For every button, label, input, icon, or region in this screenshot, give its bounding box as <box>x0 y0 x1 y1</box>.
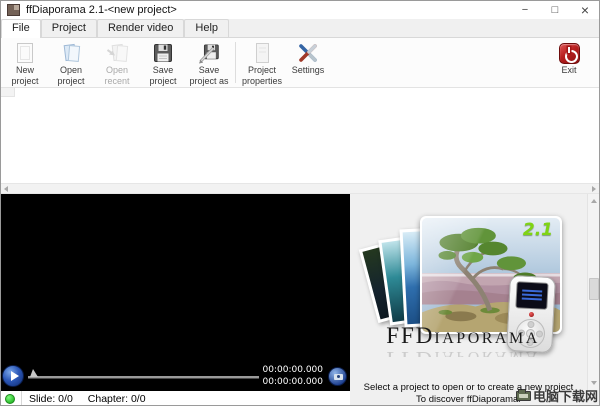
vertical-scroll-thumb[interactable] <box>589 278 599 300</box>
minimize-button[interactable]: − <box>510 0 540 19</box>
menu-tabbar: File Project Render video Help <box>0 19 600 38</box>
time-total: 00:00:00.000 <box>263 378 323 387</box>
open-recent-button[interactable]: Open recent <box>94 41 140 86</box>
window-controls: − □ × <box>510 0 600 19</box>
new-project-icon <box>13 41 37 65</box>
logo-text-primary: FFD <box>386 323 434 348</box>
scroll-left-arrow-icon[interactable] <box>4 186 8 192</box>
slide-status: Slide: 0/0 <box>29 393 73 405</box>
watermark-folder-icon <box>516 391 531 401</box>
exit-icon <box>557 41 581 65</box>
open-project-button[interactable]: Open project <box>48 41 94 86</box>
project-properties-button[interactable]: Project properties <box>239 41 285 86</box>
timeline-area <box>0 88 600 183</box>
save-project-as-button[interactable]: Save project as <box>186 41 232 86</box>
save-project-as-label2: project as <box>189 76 228 87</box>
save-project-icon <box>151 41 175 65</box>
tab-help[interactable]: Help <box>184 19 229 37</box>
chapter-status: Chapter: 0/0 <box>88 393 146 405</box>
app-icon <box>7 4 20 16</box>
project-properties-label2: properties <box>242 76 282 87</box>
logo-text-secondary: IAPORAMA <box>434 330 539 347</box>
window-title: ffDiaporama 2.1-<new project> <box>26 4 177 16</box>
close-button[interactable]: × <box>570 0 600 19</box>
video-preview: 00:00:00.000 00:00:00.000 <box>0 194 350 391</box>
exit-button[interactable]: Exit <box>546 41 592 76</box>
timecodes: 00:00:00.000 00:00:00.000 <box>263 366 323 387</box>
logo-reflection: FFDIAPORAMA <box>350 346 576 357</box>
app-window: ffDiaporama 2.1-<new project> − □ × File… <box>0 0 600 406</box>
timeline-corner-cell <box>0 88 15 97</box>
save-project-label: Save <box>153 65 174 76</box>
device-screen <box>515 281 548 310</box>
version-badge: 2.1 <box>523 220 553 240</box>
statusbar: Slide: 0/0 Chapter: 0/0 <box>0 391 350 406</box>
maximize-button[interactable]: □ <box>540 0 570 19</box>
open-recent-label: Open <box>106 65 128 76</box>
horizontal-scrollbar[interactable] <box>0 183 600 194</box>
seek-thumb[interactable] <box>30 369 38 377</box>
time-elapsed: 00:00:00.000 <box>263 366 323 375</box>
seek-groove <box>28 376 259 379</box>
player-controls: 00:00:00.000 00:00:00.000 <box>2 365 347 387</box>
new-project-button[interactable]: New project <box>2 41 48 86</box>
scroll-right-arrow-icon[interactable] <box>592 186 596 192</box>
open-recent-icon <box>105 41 129 65</box>
exit-label: Exit <box>561 65 576 76</box>
settings-label: Settings <box>292 65 325 76</box>
new-project-label2: project <box>11 76 38 87</box>
player-column: 00:00:00.000 00:00:00.000 Slide: 0/0 Cha… <box>0 194 350 406</box>
bottom-section: 00:00:00.000 00:00:00.000 Slide: 0/0 Cha… <box>0 194 600 406</box>
snapshot-button[interactable] <box>328 367 347 386</box>
settings-button[interactable]: Settings <box>285 41 331 76</box>
tab-project[interactable]: Project <box>41 19 97 37</box>
welcome-panel: 2.1 FFDIAPORAMA FFDIAPORAMA <box>350 194 600 406</box>
open-project-label2: project <box>57 76 84 87</box>
save-project-as-icon <box>197 41 221 65</box>
settings-icon <box>296 41 320 65</box>
titlebar: ffDiaporama 2.1-<new project> − □ × <box>0 0 600 19</box>
project-properties-icon <box>250 41 274 65</box>
device-record-dot <box>528 312 533 317</box>
vertical-scrollbar[interactable] <box>587 194 600 390</box>
status-green-dot-icon <box>5 394 15 404</box>
project-properties-label: Project <box>248 65 276 76</box>
tab-file[interactable]: File <box>1 19 41 38</box>
open-project-label: Open <box>60 65 82 76</box>
save-project-button[interactable]: Save project <box>140 41 186 86</box>
toolbar: New project Open project <box>0 38 600 88</box>
site-watermark: 电脑下载网 <box>516 386 598 405</box>
open-recent-label2: recent <box>104 76 129 87</box>
save-project-as-label: Save <box>199 65 220 76</box>
play-button[interactable] <box>2 365 24 387</box>
open-project-icon <box>59 41 83 65</box>
tab-render-video[interactable]: Render video <box>97 19 184 37</box>
seek-slider[interactable] <box>28 368 259 384</box>
toolbar-separator <box>235 42 236 83</box>
new-project-label: New <box>16 65 34 76</box>
save-project-label2: project <box>149 76 176 87</box>
watermark-text: 电脑下载网 <box>533 386 598 405</box>
scroll-down-arrow-icon[interactable] <box>591 381 597 385</box>
status-separator <box>21 391 22 406</box>
scroll-up-arrow-icon[interactable] <box>591 199 597 203</box>
